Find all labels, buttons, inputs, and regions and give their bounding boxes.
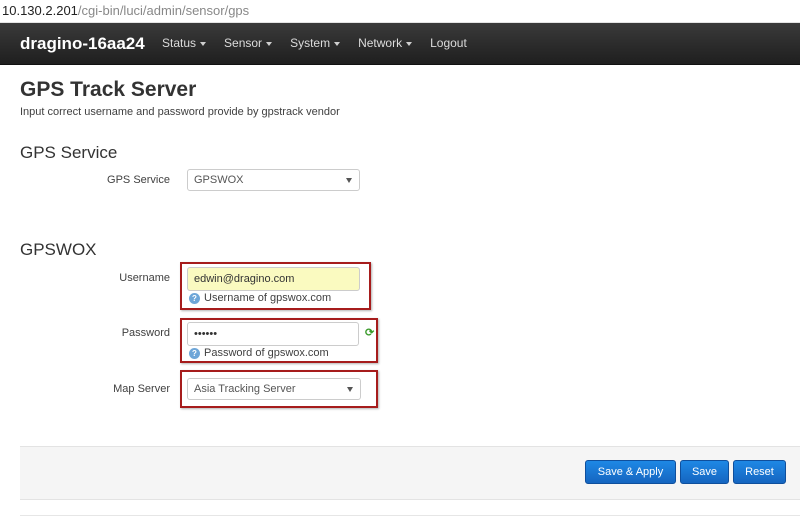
map-server-label: Map Server (113, 383, 170, 395)
menu-system[interactable]: System (290, 23, 348, 64)
section-heading-gpswox: GPSWOX (20, 240, 97, 259)
refresh-icon[interactable]: ⟳ (365, 327, 375, 339)
save-apply-button[interactable]: Save & Apply (585, 460, 676, 484)
map-server-select[interactable]: Asia Tracking Server (187, 378, 361, 400)
address-bar[interactable]: 10.130.2.201/cgi-bin/luci/admin/sensor/g… (0, 0, 800, 23)
gps-service-select[interactable]: GPSWOX (187, 169, 360, 191)
menu-status[interactable]: Status (162, 23, 214, 64)
url-host: 10.130.2.201 (2, 3, 78, 18)
dropdown-arrow-icon (346, 178, 352, 183)
username-hint-text: Username of gpswox.com (204, 292, 332, 304)
page-description: Input correct username and password prov… (20, 106, 340, 118)
page-title: GPS Track Server (20, 78, 197, 101)
password-label: Password (121, 327, 170, 339)
menu-sensor-label: Sensor (224, 36, 263, 50)
reset-button[interactable]: Reset (733, 460, 786, 484)
password-hint: ? Password of gpswox.com (189, 347, 329, 359)
chevron-down-icon (266, 41, 273, 46)
url-path: /cgi-bin/luci/admin/sensor/gps (77, 3, 250, 18)
menu-sensor[interactable]: Sensor (224, 23, 280, 64)
section-heading-gps-service: GPS Service (20, 143, 118, 162)
chevron-down-icon (406, 41, 413, 46)
username-field[interactable] (187, 267, 360, 291)
map-server-selected: Asia Tracking Server (194, 383, 296, 395)
menu-system-label: System (290, 36, 331, 50)
chevron-down-icon (334, 41, 341, 46)
menu-logout-label: Logout (430, 36, 467, 50)
save-button[interactable]: Save (680, 460, 729, 484)
divider (20, 515, 800, 516)
help-icon: ? (189, 292, 200, 304)
main-menu: Status Sensor System Network Logout (162, 23, 485, 64)
help-icon: ? (189, 347, 200, 359)
menu-network[interactable]: Network (358, 23, 420, 64)
menu-status-label: Status (162, 36, 197, 50)
username-label: Username (119, 272, 170, 284)
username-hint: ? Username of gpswox.com (189, 292, 331, 304)
menu-network-label: Network (358, 36, 403, 50)
top-navbar: dragino-16aa24 Status Sensor System Netw… (0, 23, 800, 65)
password-hint-text: Password of gpswox.com (204, 347, 329, 359)
brand-name[interactable]: dragino-16aa24 (20, 23, 145, 64)
gps-service-label: GPS Service (107, 174, 170, 186)
chevron-down-icon (200, 41, 207, 46)
gps-service-selected: GPSWOX (194, 174, 244, 186)
password-field[interactable] (187, 322, 359, 346)
menu-logout[interactable]: Logout (430, 23, 475, 64)
dropdown-arrow-icon (347, 387, 353, 392)
